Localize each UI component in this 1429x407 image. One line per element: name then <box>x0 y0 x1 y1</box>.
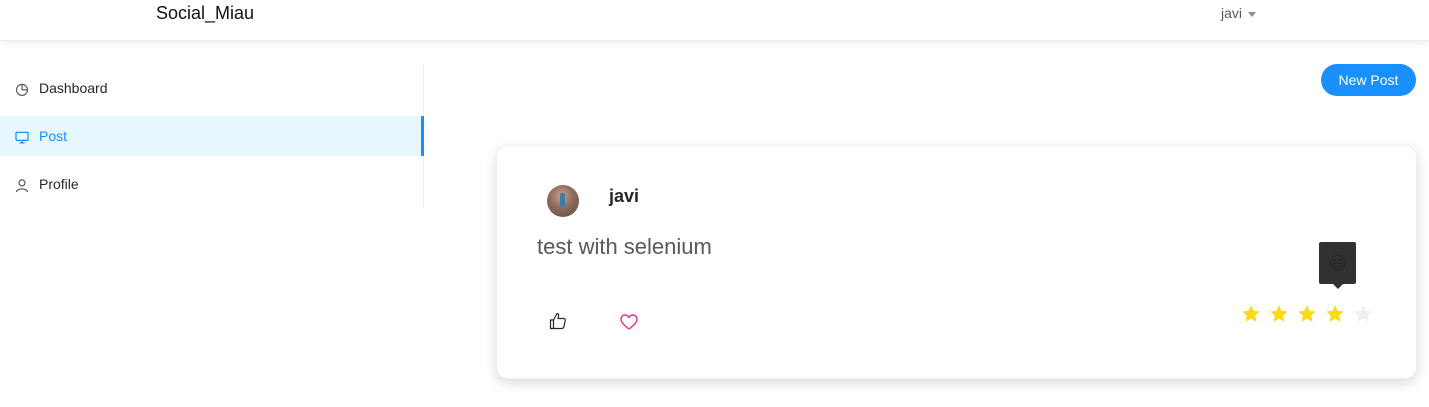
star-rating[interactable] <box>1241 304 1373 324</box>
star-icon[interactable] <box>1241 304 1261 324</box>
user-menu[interactable]: javi <box>1221 5 1257 21</box>
star-icon[interactable] <box>1297 304 1317 324</box>
sidebar: Dashboard Post Profile <box>0 64 424 208</box>
star-icon[interactable] <box>1325 304 1345 324</box>
heart-icon[interactable] <box>619 312 639 332</box>
tooltip-arrow <box>1333 284 1343 289</box>
sidebar-item-label: Profile <box>39 176 79 192</box>
user-name: javi <box>1221 5 1243 21</box>
new-post-button[interactable]: New Post <box>1321 64 1416 96</box>
post-content: test with selenium <box>537 234 712 259</box>
pie-chart-icon <box>15 83 29 97</box>
post-card: javi test with selenium 😃 <box>496 145 1417 379</box>
desktop-icon <box>15 131 29 144</box>
sidebar-item-label: Post <box>39 128 68 144</box>
sidebar-item-profile[interactable]: Profile <box>0 164 423 204</box>
sidebar-item-post[interactable]: Post <box>0 116 424 156</box>
user-icon <box>15 179 29 193</box>
like-icon[interactable] <box>548 311 568 331</box>
star-icon[interactable] <box>1269 304 1289 324</box>
post-author: javi <box>609 186 640 206</box>
sidebar-item-label: Dashboard <box>39 80 108 96</box>
rating-tooltip: 😃 <box>1319 242 1356 284</box>
star-icon[interactable] <box>1353 304 1373 324</box>
avatar <box>547 185 579 217</box>
brand-title: Social_Miau <box>156 3 255 23</box>
sidebar-item-dashboard[interactable]: Dashboard <box>0 68 423 108</box>
top-header: Social_Miau javi <box>0 0 1429 41</box>
caret-down-icon <box>1248 11 1257 17</box>
